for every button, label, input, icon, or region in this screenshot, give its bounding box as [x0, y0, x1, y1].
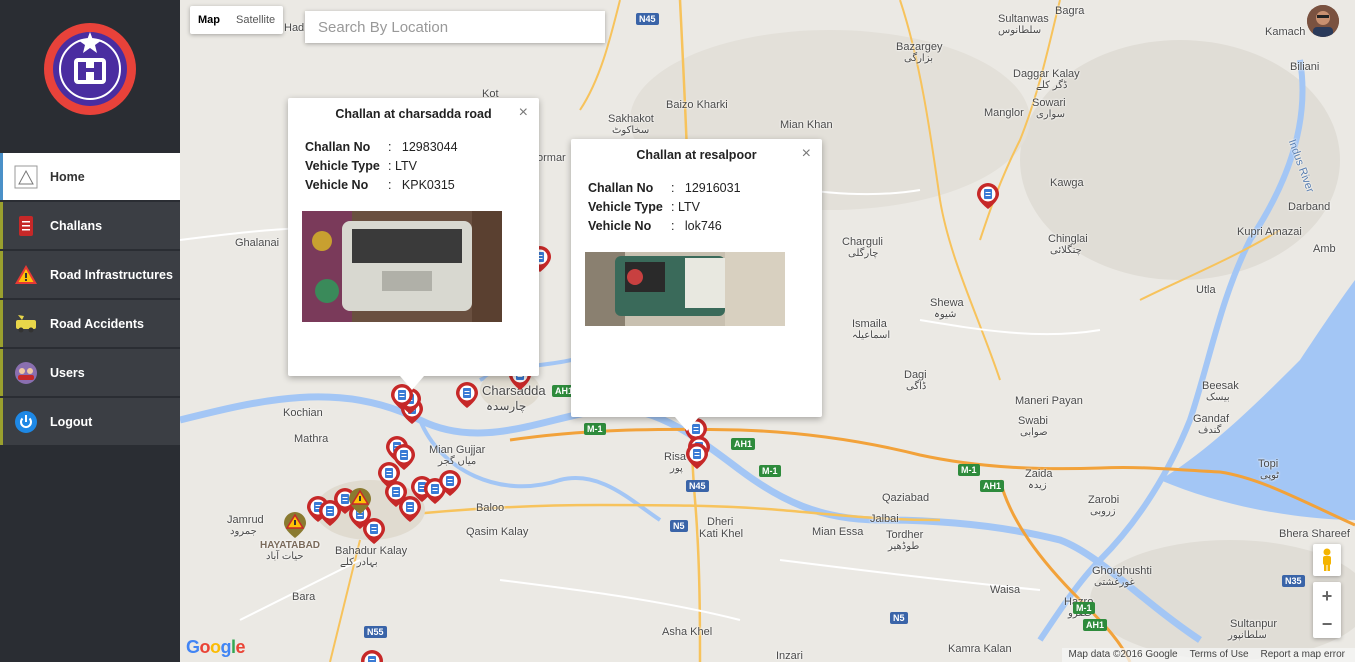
map-footer: Map data ©2016 Google Terms of Use Repor… — [1062, 648, 1355, 662]
vehicle-photo — [302, 211, 502, 322]
sidebar-item-road-infrastructures[interactable]: Road Infrastructures — [0, 251, 180, 298]
vehicle-type-row: Vehicle Type: LTV — [588, 200, 700, 214]
sidebar-item-home[interactable]: Home — [0, 153, 180, 200]
challan-marker[interactable] — [686, 443, 708, 469]
vehicle-no-label: Vehicle No — [588, 219, 652, 233]
challan-no-row: Challan No: 12916031 — [588, 181, 741, 195]
challan-info-window: Challan at resalpoor × Challan No: 12916… — [571, 139, 822, 431]
vehicle-type-row: Vehicle Type: LTV — [305, 159, 417, 173]
challan-marker[interactable] — [361, 650, 383, 662]
warning-icon — [14, 263, 38, 287]
home-icon — [14, 165, 38, 189]
vehicle-no-value: lok746 — [684, 219, 722, 233]
info-window-tail — [675, 417, 699, 431]
challan-marker[interactable] — [456, 382, 478, 408]
map-type-map-button[interactable]: Map — [190, 6, 228, 34]
challan-no-label: Challan No — [305, 140, 371, 154]
vehicle-no-row: Vehicle No: KPK0315 — [305, 178, 455, 192]
sidebar: Home Challans Road Infrastructures Road … — [0, 0, 180, 662]
map-type-satellite-button[interactable]: Satellite — [228, 6, 283, 34]
vehicle-no-value: KPK0315 — [401, 178, 455, 192]
sidebar-item-logout[interactable]: Logout — [0, 398, 180, 445]
sidebar-item-road-accidents[interactable]: Road Accidents — [0, 300, 180, 347]
vehicle-type-label: Vehicle Type — [305, 159, 380, 173]
challan-no-row: Challan No: 12983044 — [305, 140, 458, 154]
vehicle-no-row: Vehicle No: lok746 — [588, 219, 722, 233]
challan-info-window: Challan at charsadda road × Challan No: … — [288, 98, 539, 390]
report-map-error-link[interactable]: Report a map error — [1261, 648, 1345, 662]
info-window-title: Challan at resalpoor — [636, 148, 757, 162]
sidebar-item-label: Road Infrastructures — [50, 267, 173, 282]
terms-link[interactable]: Terms of Use — [1190, 648, 1249, 662]
google-logo: Google — [186, 637, 246, 657]
close-icon[interactable]: × — [519, 105, 528, 121]
challan-marker[interactable] — [977, 183, 999, 209]
info-window-title: Challan at charsadda road — [335, 107, 492, 121]
accident-icon — [14, 312, 38, 336]
vehicle-type-value: LTV — [677, 200, 700, 214]
search-location-input[interactable] — [305, 11, 605, 43]
sidebar-item-label: Logout — [50, 414, 93, 429]
challans-icon — [14, 214, 38, 238]
users-icon — [14, 361, 38, 385]
street-view-pegman-icon[interactable] — [1313, 544, 1341, 576]
sidebar-item-label: Home — [50, 169, 85, 184]
challan-marker[interactable] — [363, 518, 385, 544]
sidebar-nav: Home Challans Road Infrastructures Road … — [0, 153, 180, 447]
vehicle-no-label: Vehicle No — [305, 178, 369, 192]
road-infrastructure-marker[interactable] — [283, 511, 307, 539]
sidebar-item-challans[interactable]: Challans — [0, 202, 180, 249]
close-icon[interactable]: × — [802, 146, 811, 162]
sidebar-item-label: Challans — [50, 218, 103, 233]
sidebar-item-label: Road Accidents — [50, 316, 145, 331]
challan-marker[interactable] — [399, 496, 421, 522]
map-data-attribution: Map data ©2016 Google — [1068, 649, 1178, 660]
challan-no-value: 12916031 — [684, 181, 741, 195]
sidebar-item-label: Users — [50, 365, 85, 380]
map-canvas[interactable]: Kot Sakhakot سخاکوٹ Baizo Kharki Mian Kh… — [180, 0, 1355, 662]
avatar[interactable] — [1307, 5, 1339, 37]
map-type-control: Map Satellite — [190, 6, 284, 34]
police-logo — [40, 22, 140, 117]
zoom-out-button[interactable]: − — [1313, 610, 1341, 638]
challan-no-value: 12983044 — [401, 140, 458, 154]
vehicle-type-label: Vehicle Type — [588, 200, 663, 214]
challan-no-label: Challan No — [588, 181, 654, 195]
vehicle-type-value: LTV — [394, 159, 417, 173]
power-icon — [14, 410, 38, 434]
vehicle-photo — [585, 252, 785, 326]
info-window-tail — [400, 376, 424, 390]
zoom-control: + − — [1313, 582, 1341, 638]
zoom-in-button[interactable]: + — [1313, 582, 1341, 610]
sidebar-item-users[interactable]: Users — [0, 349, 180, 396]
